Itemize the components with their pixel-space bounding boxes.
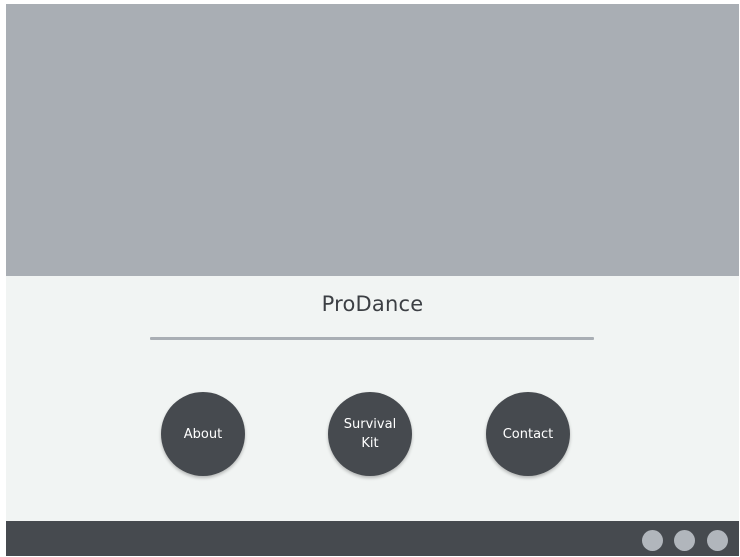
survival-kit-button-label: Survival Kit xyxy=(343,417,397,451)
contact-button[interactable]: Contact xyxy=(486,392,570,476)
footer-bar xyxy=(6,521,739,556)
title-divider xyxy=(150,337,594,340)
dot-icon[interactable] xyxy=(707,530,728,551)
page-title: ProDance xyxy=(321,292,424,316)
about-button[interactable]: About xyxy=(161,392,245,476)
about-button-label: About xyxy=(183,426,223,442)
app-frame: ProDance About Survival Kit Contact xyxy=(6,4,739,556)
survival-kit-button[interactable]: Survival Kit xyxy=(328,392,412,476)
dot-icon[interactable] xyxy=(674,530,695,551)
dot-icon[interactable] xyxy=(642,530,663,551)
hero-image-placeholder xyxy=(6,4,739,276)
contact-button-label: Contact xyxy=(502,426,554,442)
